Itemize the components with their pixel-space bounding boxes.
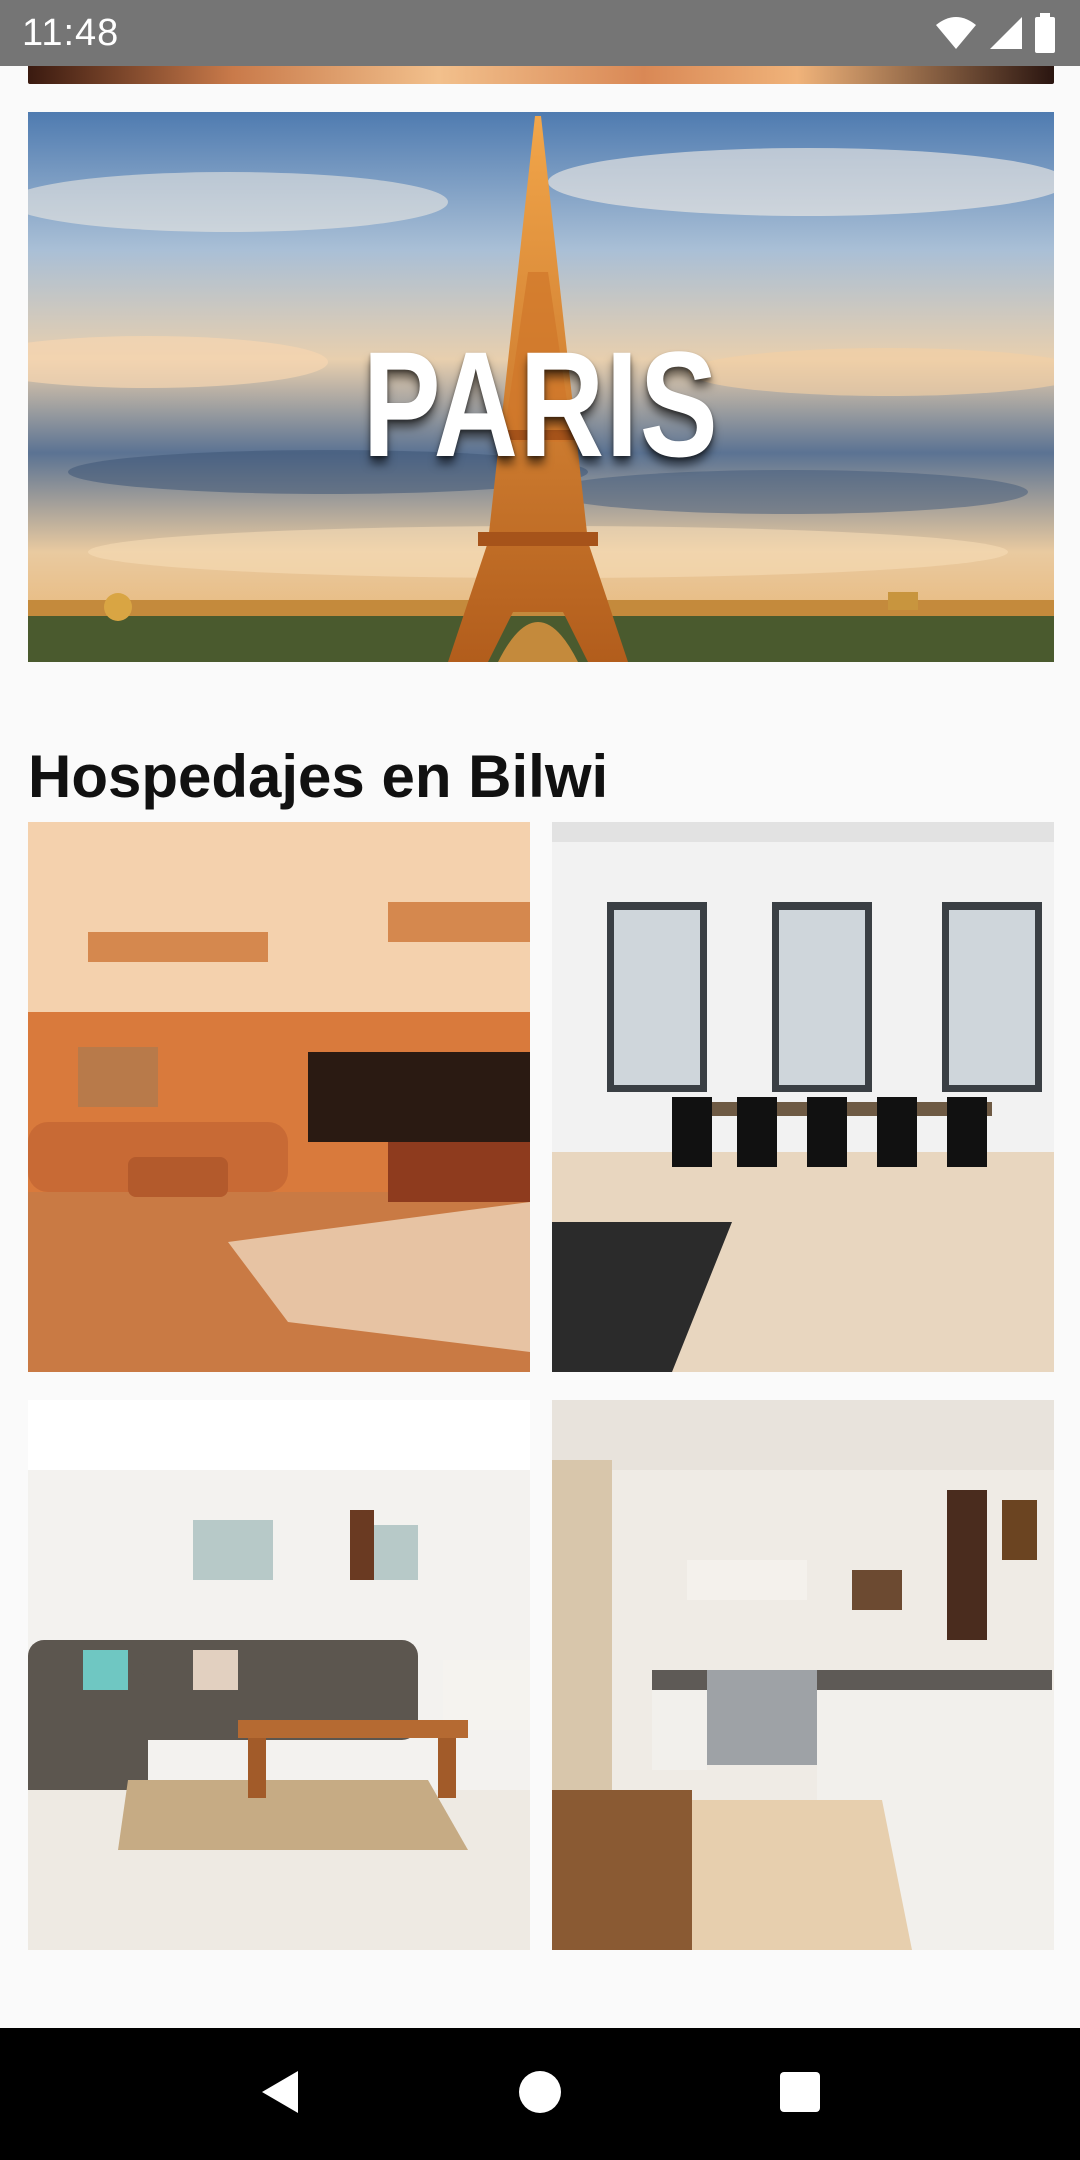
listing-card[interactable] (28, 1400, 530, 1950)
section-title: Hospedajes en Bilwi (28, 743, 609, 810)
listing-card[interactable] (552, 1400, 1054, 1950)
dining-room-windows-photo (552, 822, 1054, 1372)
home-button[interactable] (495, 2049, 585, 2139)
recents-icon (778, 2070, 822, 2119)
navigation-bar (0, 2028, 1080, 2160)
signal-icon (988, 15, 1024, 51)
status-icons (934, 13, 1056, 53)
kitchen-photo (552, 1400, 1054, 1950)
previous-banner-edge (28, 66, 1054, 84)
battery-icon (1034, 13, 1056, 53)
banner-title: PARIS (362, 320, 720, 488)
recents-button[interactable] (755, 2049, 845, 2139)
listing-card[interactable] (552, 822, 1054, 1372)
wifi-icon (934, 15, 978, 51)
living-room-billiards-photo (28, 822, 530, 1372)
living-room-sofa-photo (28, 1400, 530, 1950)
status-time: 11:48 (22, 11, 120, 54)
status-bar: 11:48 (0, 0, 1080, 66)
back-icon (258, 2067, 302, 2122)
home-icon (517, 2069, 563, 2120)
back-button[interactable] (235, 2049, 325, 2139)
paris-banner[interactable]: PARIS (28, 112, 1054, 662)
listing-card[interactable] (28, 822, 530, 1372)
